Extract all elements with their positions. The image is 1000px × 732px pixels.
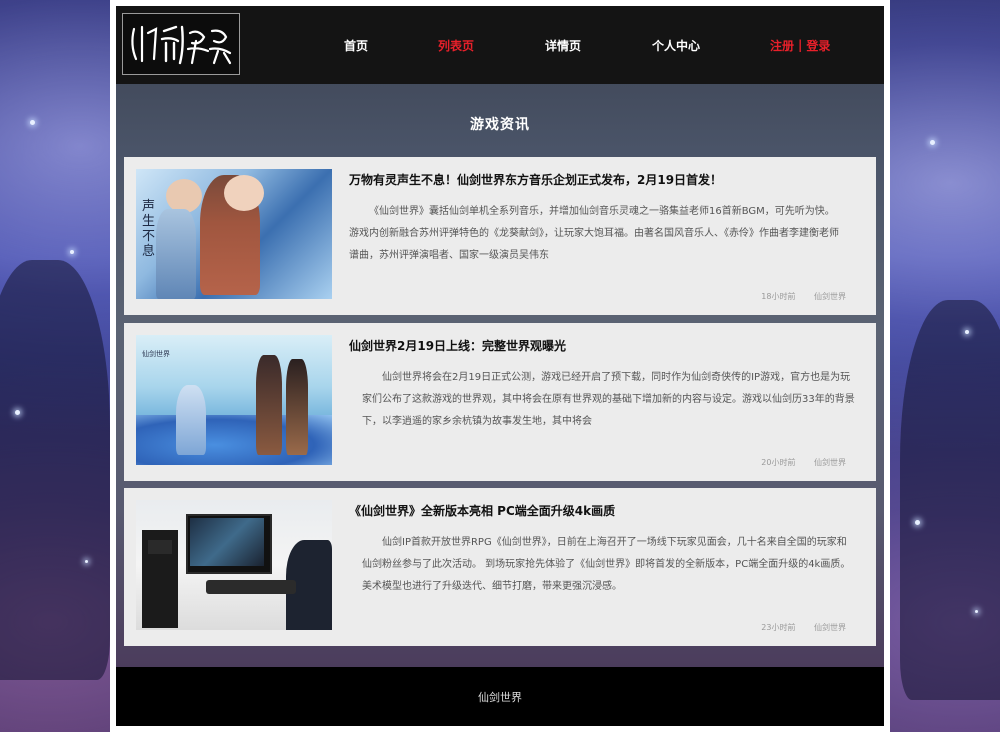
thumbnail-caption: 声生不息 [142, 199, 156, 259]
auth-separator: | [798, 38, 803, 52]
site-footer: 仙剑世界 [116, 667, 884, 726]
article-thumbnail[interactable]: 仙剑世界 [136, 335, 332, 465]
nav-list[interactable]: 列表页 [438, 6, 474, 84]
article-title[interactable]: 万物有灵声生不息！仙剑世界东方音乐企划正式发布，2月19日首发！ [349, 171, 722, 188]
article-time: 20小时前 [761, 458, 796, 467]
thumbnail-caption: 仙剑世界 [142, 350, 170, 358]
login-link[interactable]: 登录 [806, 37, 830, 54]
article-source: 仙剑世界 [814, 623, 846, 632]
page-title: 游戏资讯 [470, 117, 530, 133]
site-logo[interactable] [122, 13, 240, 75]
main-page: 首页 列表页 详情页 个人中心 注册 | 登录 游戏资讯 声生不息 万物有灵声生… [116, 6, 884, 726]
article-thumbnail[interactable] [136, 500, 332, 630]
article-summary: 仙剑世界将会在2月19日正式公测，游戏已经开启了预下载，同时作为仙剑奇侠传的IP… [362, 372, 855, 427]
article-meta: 20小时前 仙剑世界 [745, 457, 846, 468]
auth-links: 注册 | 登录 [770, 6, 830, 84]
footer-text: 仙剑世界 [478, 690, 522, 704]
article-thumbnail[interactable]: 声生不息 [136, 169, 332, 299]
article-meta: 18小时前 仙剑世界 [745, 291, 846, 302]
article-time: 18小时前 [761, 292, 796, 301]
article-source: 仙剑世界 [814, 292, 846, 301]
article-meta: 23小时前 仙剑世界 [745, 622, 846, 633]
article-title[interactable]: 仙剑世界2月19日上线：完整世界观曝光 [349, 337, 566, 354]
article-summary: 仙剑IP首款开放世界RPG《仙剑世界》，日前在上海召开了一场线下玩家见面会，几十… [362, 537, 851, 592]
article-card[interactable]: 仙剑世界 仙剑世界2月19日上线：完整世界观曝光 仙剑世界将会在2月19日正式公… [124, 323, 876, 481]
article-title[interactable]: 《仙剑世界》全新版本亮相 PC端全面升级4k画质 [349, 502, 615, 519]
article-card[interactable]: 《仙剑世界》全新版本亮相 PC端全面升级4k画质 仙剑IP首款开放世界RPG《仙… [124, 488, 876, 646]
article-source: 仙剑世界 [814, 458, 846, 467]
article-time: 23小时前 [761, 623, 796, 632]
site-header: 首页 列表页 详情页 个人中心 注册 | 登录 [116, 6, 884, 84]
article-card[interactable]: 声生不息 万物有灵声生不息！仙剑世界东方音乐企划正式发布，2月19日首发！ 《仙… [124, 157, 876, 315]
register-link[interactable]: 注册 [770, 37, 794, 54]
nav-detail[interactable]: 详情页 [545, 6, 581, 84]
article-summary: 《仙剑世界》囊括仙剑单机全系列音乐，并增加仙剑音乐灵魂之一骆集益老师16首新BG… [349, 206, 839, 261]
logo-calligraphy-icon [131, 25, 232, 65]
nav-home[interactable]: 首页 [344, 6, 368, 84]
nav-profile[interactable]: 个人中心 [652, 6, 700, 84]
